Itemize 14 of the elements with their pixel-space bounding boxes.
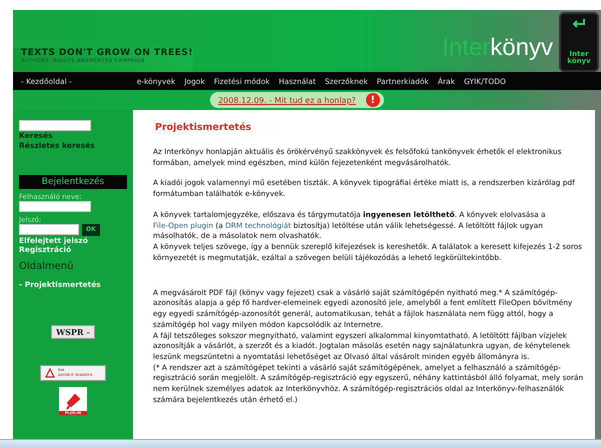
wspr-badge[interactable]: WSPR - [51, 325, 95, 339]
enter-arrow-icon [572, 18, 586, 28]
horizontal-scrollbar[interactable] [0, 439, 601, 448]
slogan: TEXTS DON'T GROW ON TREES! [21, 48, 193, 58]
alert-icon: ! [366, 93, 380, 107]
username-field[interactable] [19, 200, 91, 212]
badge-mark: - [86, 327, 90, 337]
search-field[interactable] [19, 120, 91, 131]
badge-text: WSPR [56, 327, 84, 337]
plug-icon [65, 393, 81, 411]
password-field[interactable] [19, 224, 79, 235]
login-heading: Bejelentkezés [19, 174, 127, 188]
menu-heading: Oldalmenü [19, 261, 74, 272]
notice-link[interactable]: 2008.12.09. - Mit tud ez a honlap? [218, 96, 356, 104]
